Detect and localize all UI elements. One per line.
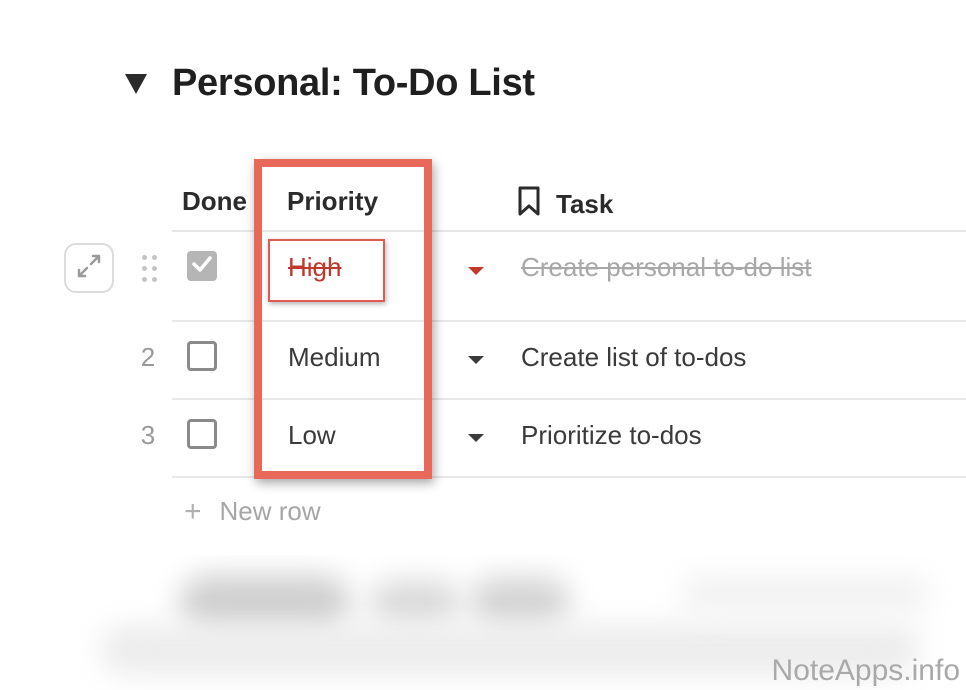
- done-checkbox[interactable]: [187, 341, 217, 371]
- caret-down-icon[interactable]: [468, 356, 484, 364]
- page-title: Personal: To-Do List: [172, 62, 535, 104]
- task-text[interactable]: Create personal to-do list: [521, 252, 811, 283]
- drag-handle-icon[interactable]: [140, 251, 158, 285]
- task-text[interactable]: Prioritize to-dos: [521, 420, 702, 451]
- caret-down-icon[interactable]: [468, 434, 484, 442]
- new-row-label: New row: [219, 496, 321, 526]
- column-header-done[interactable]: Done: [182, 186, 247, 217]
- row-number: 3: [140, 420, 156, 450]
- column-header-task-label: Task: [556, 189, 614, 219]
- plus-icon: +: [184, 494, 202, 528]
- expand-arrows-icon: [74, 251, 104, 286]
- done-checkbox[interactable]: [187, 419, 217, 449]
- priority-column-highlight: [254, 159, 432, 479]
- watermark-text: NoteApps.info: [771, 654, 960, 687]
- caret-down-icon[interactable]: [468, 267, 484, 275]
- new-row-button[interactable]: + New row: [184, 496, 321, 527]
- row-number: 2: [140, 342, 156, 372]
- high-priority-highlight: [268, 239, 385, 302]
- column-header-task[interactable]: Task: [516, 186, 613, 223]
- task-text[interactable]: Create list of to-dos: [521, 342, 746, 373]
- toggle-icon[interactable]: [122, 68, 150, 100]
- bookmark-icon: [516, 186, 542, 223]
- done-checkbox-checked[interactable]: [187, 251, 217, 281]
- checkmark-icon: [191, 253, 213, 280]
- expand-row-button[interactable]: [64, 243, 114, 293]
